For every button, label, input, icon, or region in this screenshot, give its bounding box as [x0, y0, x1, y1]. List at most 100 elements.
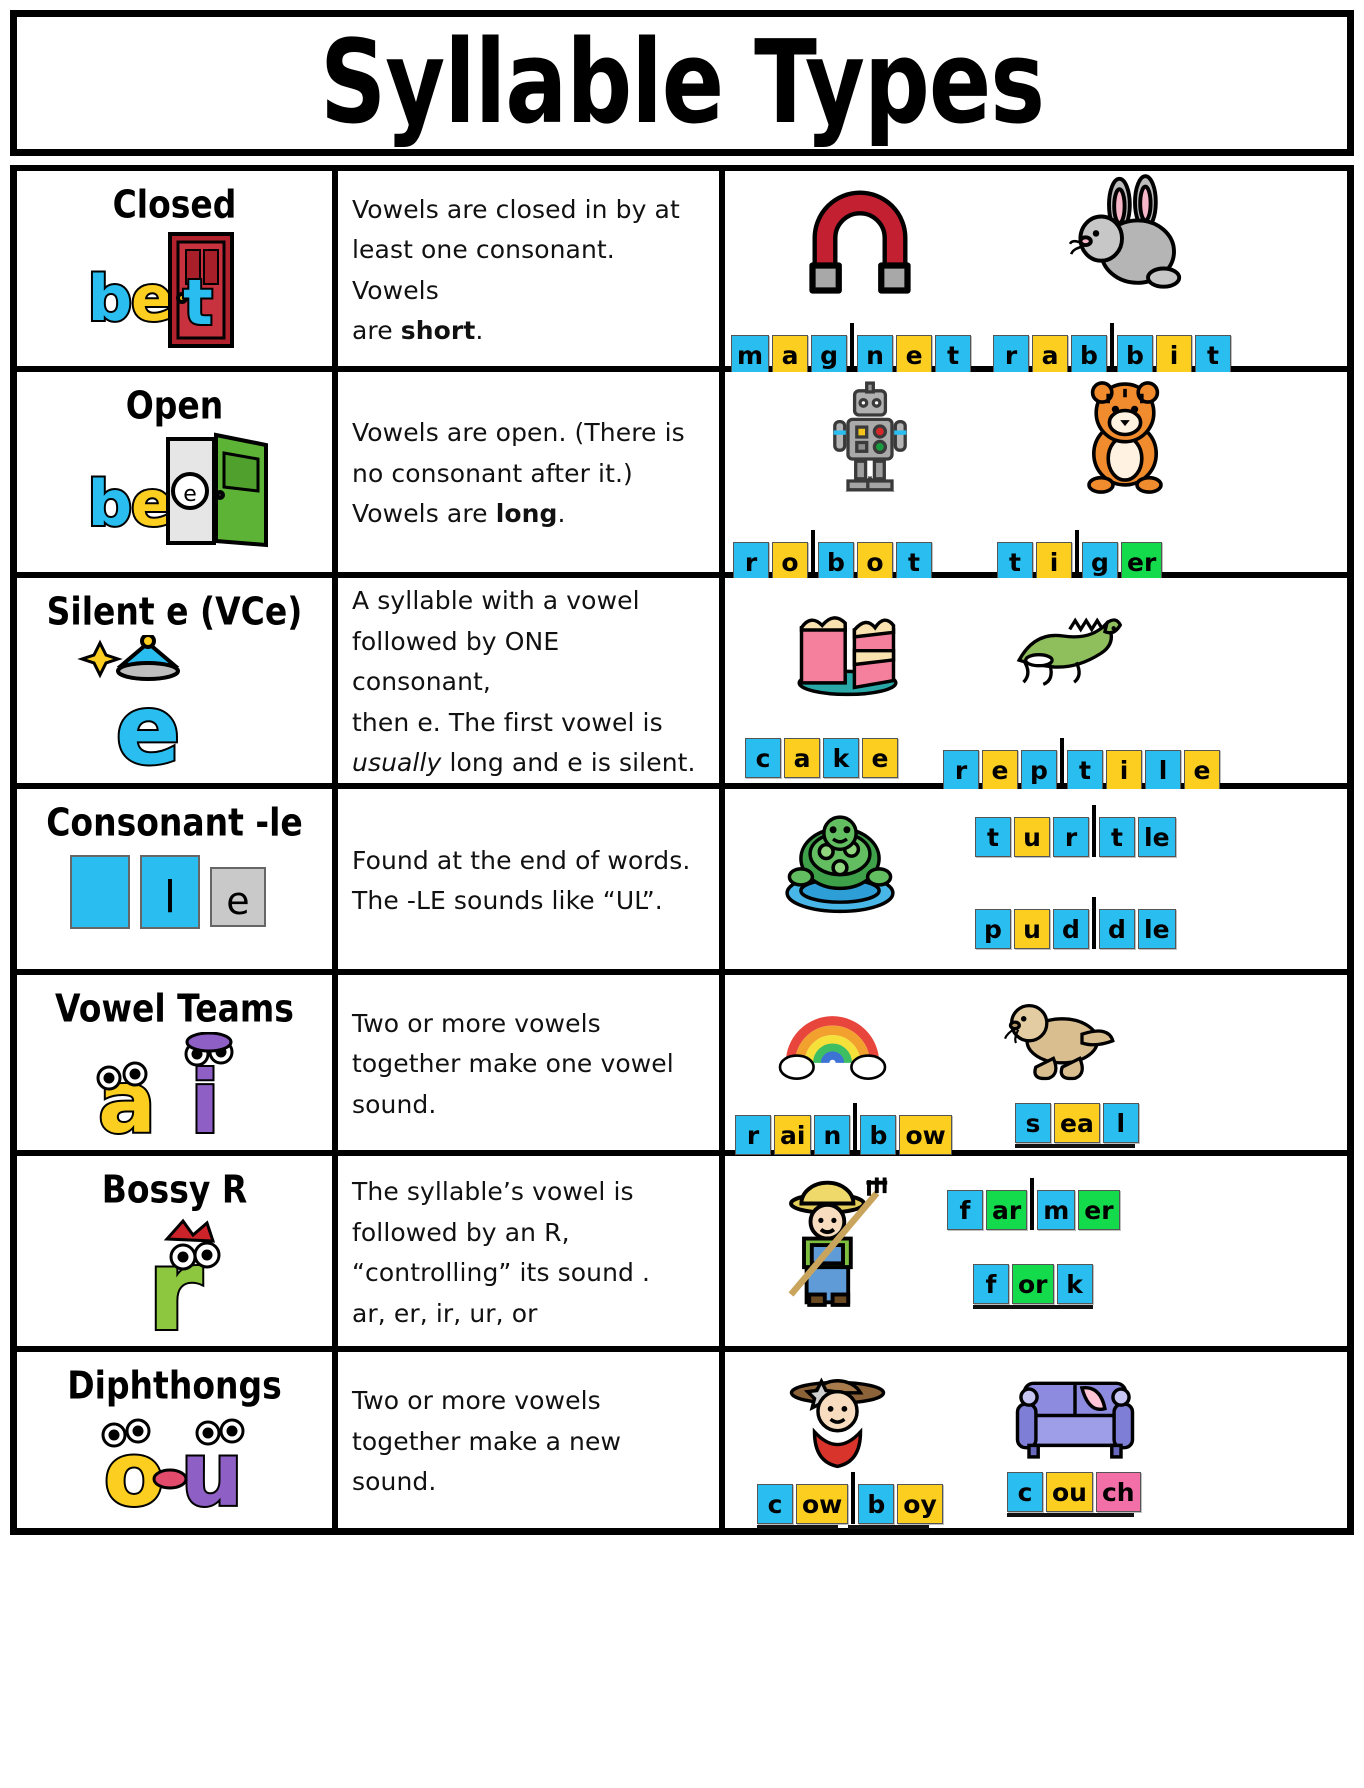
table-row: Consonant -le l e Found at the end of wor…: [17, 789, 1347, 969]
letter-tile-a: a: [772, 335, 809, 375]
magnet-illustration: [785, 173, 935, 298]
example-word-farmer: f ar m er: [947, 1178, 1123, 1239]
syllable-underline: [1015, 1144, 1135, 1148]
syllable-type-cell-closed: Closed be t: [17, 171, 332, 366]
definition-line: The -LE sounds like “UL”.: [352, 886, 663, 915]
letter-tile-f: f: [973, 1264, 1009, 1304]
syllable-type-label: Open: [125, 383, 224, 428]
syllable-underline: [1007, 1513, 1134, 1517]
definition-line: followed by ONE consonant,: [352, 626, 560, 697]
reptile-illustration: [960, 592, 1175, 702]
example-picture-cowboy: [770, 1356, 905, 1475]
letter-tile-b: b: [858, 1484, 895, 1524]
letter-tile-g: g: [1082, 542, 1118, 582]
syllable-divider: [1060, 738, 1064, 790]
poster-title-box: Syllable Types: [10, 10, 1354, 156]
example-word-cowboy: c ow b oy: [757, 1472, 946, 1533]
page-title: Syllable Types: [319, 15, 1045, 150]
definition-cell-vowel-teams: Two or more vowels together make one vowe…: [338, 975, 719, 1150]
examples-cell-closed: magnetrabbit: [725, 171, 1347, 380]
syllable-type-cell-consonant-le: Consonant -le l e: [17, 789, 332, 969]
definition-cell-consonant-le: Found at the end of words. The -LE sounds…: [338, 789, 719, 969]
definition-cell-closed: Vowels are closed in by at least one cons…: [338, 171, 719, 366]
type-icon-vowel-teams: ai: [65, 1032, 285, 1152]
example-word-fork: f or k: [973, 1264, 1096, 1313]
examples-cell-vowel-teams: r ai n b ow s ea l: [725, 975, 1347, 1160]
letter-tile-t: t: [1067, 750, 1103, 790]
letter-tile-p: p: [975, 909, 1011, 949]
svg-text:l: l: [163, 872, 175, 923]
letter-tile-t: t: [975, 817, 1011, 857]
syllable-underline-none: [947, 1231, 1028, 1235]
definition-line: A syllable with a vowel: [352, 586, 640, 616]
letter-tile-e: e: [1184, 750, 1220, 790]
svg-text:t: t: [183, 266, 213, 339]
letter-tile-e: e: [862, 738, 898, 778]
letter-tile-i: i: [1106, 750, 1142, 790]
syllable-type-label: Vowel Teams: [55, 986, 294, 1031]
letter-tile-k: k: [823, 738, 859, 778]
definition-line: are short.: [352, 316, 484, 345]
word-tiles: s ea l: [1015, 1103, 1142, 1148]
syllable-underline: [757, 1525, 838, 1529]
syllable-divider: [853, 1103, 858, 1155]
letter-tile-k: k: [1056, 1264, 1093, 1304]
letter-tile-le: le: [1138, 817, 1176, 857]
letter-tile-g: g: [811, 335, 848, 375]
example-word-couch: c ou ch: [1007, 1472, 1144, 1521]
syllable-divider: [1092, 805, 1096, 857]
example-word-cake: cake: [745, 738, 901, 787]
definition-cell-silent-e: A syllable with a vowel followed by ONE c…: [338, 578, 719, 783]
syllable-divider: [811, 530, 815, 582]
syllable-underline: [973, 1305, 1093, 1309]
syllable-underline-none: [975, 950, 1088, 954]
example-word-seal: s ea l: [1015, 1103, 1142, 1152]
definition-line: “controlling” its sound .: [352, 1258, 651, 1287]
examples-cell-diphthongs: c ow b oy c ou ch: [725, 1352, 1347, 1529]
syllable-divider: [1075, 530, 1079, 582]
letter-tile-ow: ow: [796, 1484, 849, 1524]
letter-tile-e: e: [982, 750, 1018, 790]
letter-tile-le: le: [1138, 909, 1176, 949]
example-picture-robot: [815, 372, 925, 506]
example-word-turtle: t u r t le: [975, 805, 1182, 866]
letter-tile-r: r: [735, 1115, 771, 1155]
example-picture-farmer: [765, 1160, 895, 1329]
syllable-underline: [848, 1525, 929, 1529]
letter-tile-or: or: [1012, 1264, 1054, 1304]
definition-cell-diphthongs: Two or more vowels together make a new so…: [338, 1352, 719, 1528]
couch-illustration: [975, 1358, 1175, 1473]
letter-tile-r: r: [1053, 817, 1089, 857]
syllable-underline-none: [1038, 1231, 1119, 1235]
table-row: Silent e (VCe) e A syllable with a vowel f…: [17, 578, 1347, 795]
table-row: Closed be t Vowels are closed in by at lea…: [17, 171, 1347, 380]
syllable-types-poster: Syllable Types Closed be t Vowels are clo…: [0, 0, 1364, 1788]
example-word-rainbow: r ai n b ow: [735, 1103, 955, 1164]
letter-tile-u: u: [1014, 817, 1050, 857]
example-picture-couch: [975, 1358, 1175, 1477]
example-word-puddle: p u d d le: [975, 897, 1182, 958]
svg-text:r: r: [147, 1226, 202, 1343]
syllable-type-cell-bossy-r: Bossy R r: [17, 1156, 332, 1346]
syllable-divider: [850, 323, 855, 375]
letter-tile-t: t: [896, 542, 932, 582]
syllable-divider: [1092, 897, 1096, 949]
definition-line: together make one vowel: [352, 1049, 674, 1079]
letter-tile-i: i: [1036, 542, 1072, 582]
table-row: Diphthongs ou Two or more vowels together…: [17, 1352, 1347, 1529]
definition-line: Vowels are closed in by at: [352, 194, 680, 224]
definition-line: Two or more vowels: [352, 1008, 601, 1038]
syllable-underline-none: [1098, 950, 1179, 954]
syllable-underline-none: [1098, 858, 1179, 862]
svg-text:b: b: [87, 467, 131, 540]
letter-tile-ow: ow: [899, 1115, 952, 1155]
svg-text:e: e: [183, 482, 197, 507]
definition-line: sound.: [352, 1089, 437, 1119]
svg-text:e: e: [115, 674, 180, 785]
syllable-type-label: Diphthongs: [67, 1363, 282, 1408]
letter-tile-d: d: [1053, 909, 1089, 949]
example-picture-rainbow: [745, 981, 920, 1090]
letter-tile-f: f: [947, 1190, 983, 1230]
letter-tile-c: c: [1007, 1472, 1043, 1512]
word-tiles: c ou ch: [1007, 1472, 1144, 1517]
